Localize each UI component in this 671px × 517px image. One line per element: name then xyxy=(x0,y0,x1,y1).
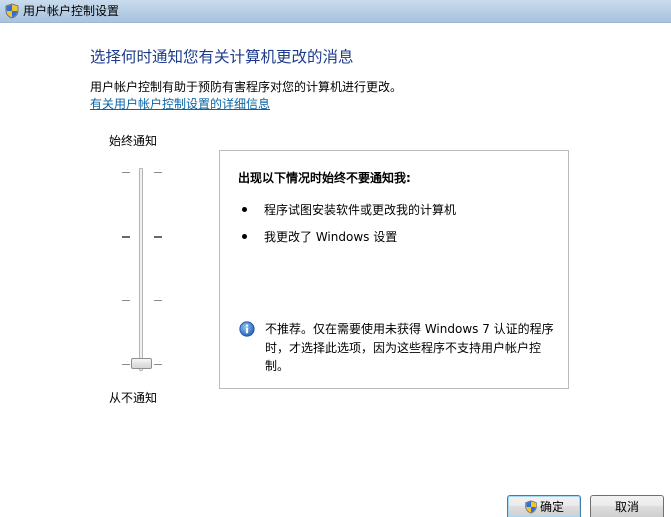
list-item: 程序试图安装软件或更改我的计算机 xyxy=(264,203,457,217)
cancel-button-label: 取消 xyxy=(614,499,639,514)
ok-button[interactable]: 确定 xyxy=(507,495,581,517)
bullet-dot xyxy=(242,234,247,239)
slider-tick xyxy=(122,236,130,238)
page-title: 选择何时通知您有关计算机更改的消息 xyxy=(90,48,354,66)
title-bar[interactable]: 用户帐户控制设置 xyxy=(0,0,671,23)
warning-note: 不推荐。仅在需要使用未获得 Windows 7 认证的程序时，才选择此选项，因为… xyxy=(265,322,554,373)
more-info-link[interactable]: 有关用户帐户控制设置的详细信息 xyxy=(90,97,270,112)
slider-tick xyxy=(122,172,130,173)
cancel-button[interactable]: 取消 xyxy=(590,495,664,517)
slider-tick xyxy=(122,300,130,301)
uac-shield-icon xyxy=(525,500,537,513)
window-title: 用户帐户控制设置 xyxy=(23,4,120,18)
slider-tick xyxy=(154,172,162,173)
ok-button-label: 确定 xyxy=(539,499,564,514)
info-icon xyxy=(239,321,255,337)
slider-thumb[interactable] xyxy=(131,358,152,369)
slider-tick xyxy=(154,364,162,365)
slider-track[interactable] xyxy=(139,168,143,371)
slider-tick xyxy=(154,300,162,301)
slider-tick xyxy=(122,364,130,365)
slider-top-label: 始终通知 xyxy=(109,134,158,148)
uac-shield-icon xyxy=(5,3,19,19)
bullet-dot xyxy=(242,207,247,212)
list-item: 我更改了 Windows 设置 xyxy=(264,230,398,244)
level-description-panel: 出现以下情况时始终不要通知我: 程序试图安装软件或更改我的计算机 我更改了 Wi… xyxy=(219,150,569,389)
panel-heading: 出现以下情况时始终不要通知我: xyxy=(238,171,411,185)
slider-bottom-label: 从不通知 xyxy=(109,391,158,405)
description-text: 用户帐户控制有助于预防有害程序对您的计算机进行更改。 xyxy=(90,80,403,94)
slider-tick xyxy=(154,236,162,238)
